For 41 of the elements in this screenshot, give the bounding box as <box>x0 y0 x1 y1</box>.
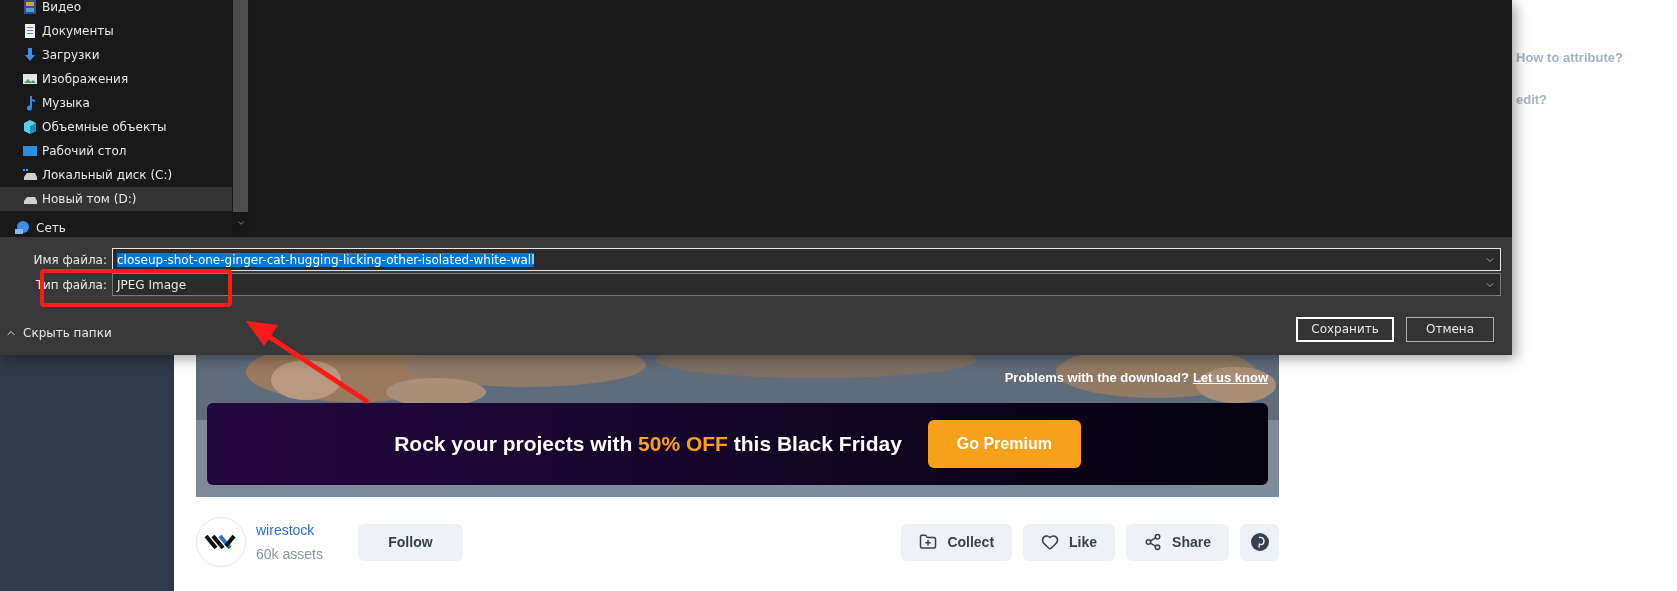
hide-folders-button[interactable]: Скрыть папки <box>5 324 112 342</box>
asset-count: 60k assets <box>256 545 323 564</box>
dialog-button[interactable]: Отмена <box>1406 316 1494 342</box>
download-help-text: Problems with the download? <box>1004 368 1189 387</box>
nav-item[interactable]: Документы <box>0 19 232 43</box>
file-type-dropdown[interactable]: JPEG Image <box>112 273 1501 296</box>
dialog-button[interactable]: Сохранить <box>1296 316 1394 342</box>
image-icon <box>22 71 38 87</box>
action-button[interactable]: Share <box>1126 523 1229 561</box>
nav-item[interactable]: Локальный диск (C:) <box>0 163 232 187</box>
cube-icon <box>22 119 38 135</box>
scroll-down-icon[interactable] <box>235 218 246 228</box>
folder-plus-icon <box>919 533 938 551</box>
field-label: Имя файла: <box>32 251 108 269</box>
action-button[interactable]: Collect <box>901 523 1013 561</box>
pinterest-button[interactable] <box>1240 523 1279 561</box>
document-icon <box>22 23 38 39</box>
promo-headline: Rock your projects with 50% OFF this Black Friday <box>394 431 902 458</box>
heart-icon <box>1041 533 1060 551</box>
nav-item[interactable]: Изображения <box>0 67 232 91</box>
follow-button[interactable]: Follow <box>357 523 463 561</box>
action-button[interactable]: Like <box>1023 523 1116 561</box>
desktop-icon <box>22 143 38 159</box>
file-name-field[interactable]: closeup-shot-one-ginger-cat-hugging-licking-other-isolated-white-wall <box>112 248 1501 271</box>
share-icon <box>1144 533 1163 551</box>
nav-item[interactable]: Рабочий стол <box>0 139 232 163</box>
film-icon <box>22 0 38 15</box>
nav-item[interactable]: Загрузки <box>0 43 232 67</box>
scrollbar-thumb[interactable] <box>233 0 248 212</box>
nav-item[interactable]: Музыка <box>0 91 232 115</box>
author-avatar[interactable] <box>196 517 246 567</box>
author-name-link[interactable]: wirestock <box>256 520 323 540</box>
drive-icon <box>22 167 38 183</box>
network-icon <box>14 220 30 236</box>
download-arrow-icon <box>22 47 38 63</box>
logo-icon <box>204 532 238 552</box>
nav-item[interactable]: Объемные объекты <box>0 115 232 139</box>
nav-item[interactable]: Новый том (D:) <box>0 187 232 211</box>
nav-item[interactable]: Видео <box>0 0 232 19</box>
pinterest-icon <box>1250 533 1269 551</box>
nav-item[interactable]: Сеть <box>0 219 232 237</box>
